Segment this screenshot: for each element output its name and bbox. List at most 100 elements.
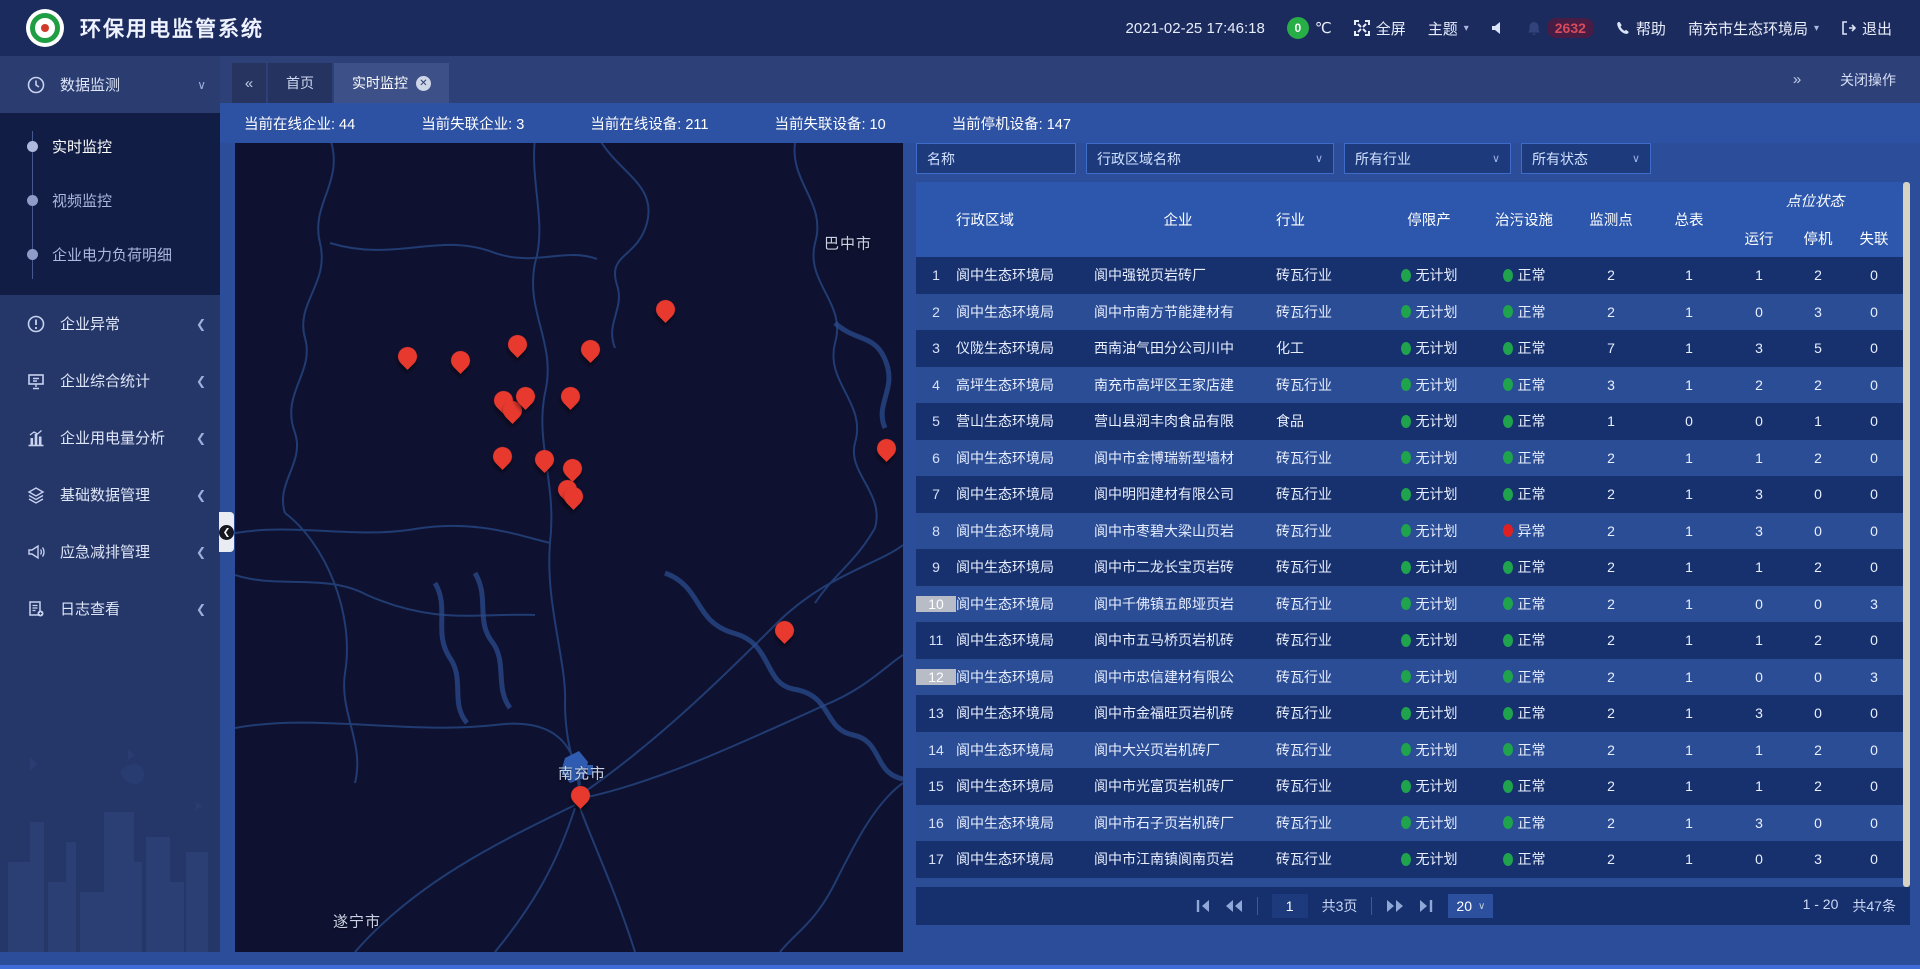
sidebar-section-应急减排管理[interactable]: 应急减排管理❮: [0, 523, 220, 580]
region-filter-select[interactable]: 行政区域名称 ∨: [1086, 143, 1334, 174]
tab-首页[interactable]: 首页: [268, 63, 332, 103]
sidebar-item-实时监控[interactable]: 实时监控: [0, 119, 220, 173]
page-size-select[interactable]: 20 ∨: [1448, 894, 1493, 918]
sidebar-section-企业用电量分析[interactable]: 企业用电量分析❮: [0, 409, 220, 466]
sidebar-section-企业综合统计[interactable]: 企业综合统计❮: [0, 352, 220, 409]
cell-pollution-facility: 异常: [1476, 521, 1572, 541]
cell-region: 阆中生态环境局: [956, 265, 1080, 285]
status-filter-select[interactable]: 所有状态 ∨: [1521, 143, 1651, 174]
tabs-scroll-right-button[interactable]: »: [1780, 60, 1814, 100]
cell-pollution-facility: 正常: [1476, 813, 1572, 833]
table-row-5[interactable]: 5营山生态环境局营山县润丰肉食品有限食品无计划正常10010: [916, 403, 1910, 440]
page-number-input[interactable]: 1: [1272, 894, 1308, 918]
industry-filter-select[interactable]: 所有行业 ∨: [1344, 143, 1511, 174]
cell-region: 阆中生态环境局: [956, 302, 1080, 322]
cell-monitor-points: 2: [1572, 596, 1650, 612]
status-dot-icon: [1401, 378, 1411, 391]
sidebar-section-label: 日志查看: [60, 598, 120, 619]
cell-offline: 0: [1846, 523, 1902, 539]
table-row-12[interactable]: 12阆中生态环境局阆中市忠信建材有限公砖瓦行业无计划正常21003: [916, 659, 1910, 696]
fullscreen-button[interactable]: 全屏: [1354, 18, 1406, 39]
last-page-button[interactable]: [1418, 899, 1434, 913]
table-row-1[interactable]: 1阆中生态环境局阆中强锐页岩砖厂砖瓦行业无计划正常21120: [916, 257, 1910, 294]
sidebar-item-label: 实时监控: [52, 136, 112, 157]
table-row-3[interactable]: 3仪陇生态环境局西南油气田分公司川中化工无计划正常71350: [916, 330, 1910, 367]
cell-running: 0: [1728, 304, 1790, 320]
sidebar-item-label: 视频监控: [52, 190, 112, 211]
name-filter-field[interactable]: [916, 143, 1076, 174]
next-page-button[interactable]: [1386, 899, 1404, 913]
cell-industry: 砖瓦行业: [1276, 703, 1382, 723]
cell-industry: 砖瓦行业: [1276, 630, 1382, 650]
cell-company: 阆中市二龙长宝页岩砖: [1080, 557, 1276, 577]
datetime-display: 2021-02-25 17:46:18: [1126, 20, 1265, 37]
table-row-15[interactable]: 15阆中生态环境局阆中市光富页岩机砖厂砖瓦行业无计划正常21120: [916, 768, 1910, 805]
previous-page-button[interactable]: [1225, 899, 1243, 913]
sidebar-section-label: 应急减排管理: [60, 541, 150, 562]
chevron-down-icon: ∨: [1478, 901, 1485, 912]
first-page-button[interactable]: [1195, 899, 1211, 913]
sidebar-section-企业异常[interactable]: 企业异常❮: [0, 295, 220, 352]
notifications[interactable]: 2632: [1527, 18, 1594, 38]
stats-bar: 当前在线企业: 44当前失联企业: 3当前在线设备: 211当前失联设备: 10…: [220, 103, 1920, 143]
logout-button[interactable]: 退出: [1841, 18, 1892, 39]
map-panel[interactable]: 巴中市南充市遂宁市: [235, 143, 903, 952]
bullet-dot-icon: [27, 195, 38, 206]
chevron-left-icon: ❮: [196, 317, 206, 331]
cell-running: 2: [1728, 377, 1790, 393]
cell-offline: 0: [1846, 413, 1902, 429]
sidebar-item-企业电力负荷明细[interactable]: 企业电力负荷明细: [0, 227, 220, 281]
table-row-4[interactable]: 4高坪生态环境局南充市高坪区王家店建砖瓦行业无计划正常31220: [916, 367, 1910, 404]
name-filter-input[interactable]: [927, 151, 1065, 167]
table-row-2[interactable]: 2阆中生态环境局阆中市南方节能建材有砖瓦行业无计划正常21030: [916, 294, 1910, 331]
cell-region: 阆中生态环境局: [956, 667, 1080, 687]
tabs-scroll-left-button[interactable]: «: [232, 63, 266, 103]
table-row-18[interactable]: 18南部生态环境局南部县双佳山河有限公建材加工无计划正常50050: [916, 878, 1910, 888]
tab-实时监控[interactable]: 实时监控✕: [334, 63, 449, 103]
cell-total-meters: 1: [1650, 304, 1728, 320]
table-row-6[interactable]: 6阆中生态环境局阆中市金博瑞新型墙材砖瓦行业无计划正常21120: [916, 440, 1910, 477]
cell-monitor-points: 2: [1572, 669, 1650, 685]
sidebar-section-日志查看[interactable]: 日志查看 ❮: [0, 580, 220, 637]
close-icon[interactable]: ✕: [416, 76, 431, 91]
close-operations-menu[interactable]: 关闭操作: [1840, 70, 1896, 90]
table-row-10[interactable]: 10阆中生态环境局阆中千佛镇五郎垭页岩砖瓦行业无计划正常21003: [916, 586, 1910, 623]
status-dot-icon: [1503, 342, 1513, 355]
status-dot-icon: [1503, 780, 1513, 793]
user-org-menu[interactable]: 南充市生态环境局▾: [1688, 18, 1819, 39]
cell-offline: 3: [1846, 596, 1902, 612]
cell-industry: 砖瓦行业: [1276, 813, 1382, 833]
sidebar-collapse-handle[interactable]: ❮: [219, 512, 234, 552]
sidebar-item-视频监控[interactable]: 视频监控: [0, 173, 220, 227]
table-row-16[interactable]: 16阆中生态环境局阆中市石子页岩机砖厂砖瓦行业无计划正常21300: [916, 805, 1910, 842]
theme-menu[interactable]: 主题▾: [1428, 18, 1469, 39]
row-index: 13: [916, 705, 956, 721]
table-row-17[interactable]: 17阆中生态环境局阆中市江南镇阆南页岩砖瓦行业无计划正常21030: [916, 841, 1910, 878]
status-dot-icon: [1401, 780, 1411, 793]
table-row-13[interactable]: 13阆中生态环境局阆中市金福旺页岩机砖砖瓦行业无计划正常21300: [916, 695, 1910, 732]
status-dot-icon: [1503, 378, 1513, 391]
cell-production-limit: 无计划: [1382, 338, 1476, 358]
sidebar-submenu: 实时监控视频监控企业电力负荷明细: [0, 113, 220, 295]
table-row-14[interactable]: 14阆中生态环境局阆中大兴页岩机砖厂砖瓦行业无计划正常21120: [916, 732, 1910, 769]
cell-stopped: 3: [1790, 304, 1846, 320]
mute-button[interactable]: [1491, 21, 1505, 35]
table-row-7[interactable]: 7阆中生态环境局阆中明阳建材有限公司砖瓦行业无计划正常21300: [916, 476, 1910, 513]
table-scrollbar[interactable]: [1903, 182, 1910, 887]
table-row-11[interactable]: 11阆中生态环境局阆中市五马桥页岩机砖砖瓦行业无计划正常21120: [916, 622, 1910, 659]
alert-icon: [26, 314, 46, 334]
table-row-8[interactable]: 8阆中生态环境局阆中市枣碧大梁山页岩砖瓦行业无计划异常21300: [916, 513, 1910, 550]
col-stopped: 停机: [1790, 219, 1846, 257]
status-dot-icon: [1401, 269, 1411, 282]
status-dot-icon: [1401, 634, 1411, 647]
sidebar-section-基础数据管理[interactable]: 基础数据管理❮: [0, 466, 220, 523]
help-button[interactable]: 帮助: [1616, 18, 1666, 39]
cell-industry: 化工: [1276, 338, 1382, 358]
chevron-left-icon: ❮: [196, 602, 206, 616]
cell-company: 阆中市金福旺页岩机砖: [1080, 703, 1276, 723]
bullet-dot-icon: [27, 249, 38, 260]
cell-region: 阆中生态环境局: [956, 594, 1080, 614]
sidebar-section-数据监测[interactable]: 数据监测∨: [0, 56, 220, 113]
table-row-9[interactable]: 9阆中生态环境局阆中市二龙长宝页岩砖砖瓦行业无计划正常21120: [916, 549, 1910, 586]
cell-region: 阆中生态环境局: [956, 521, 1080, 541]
